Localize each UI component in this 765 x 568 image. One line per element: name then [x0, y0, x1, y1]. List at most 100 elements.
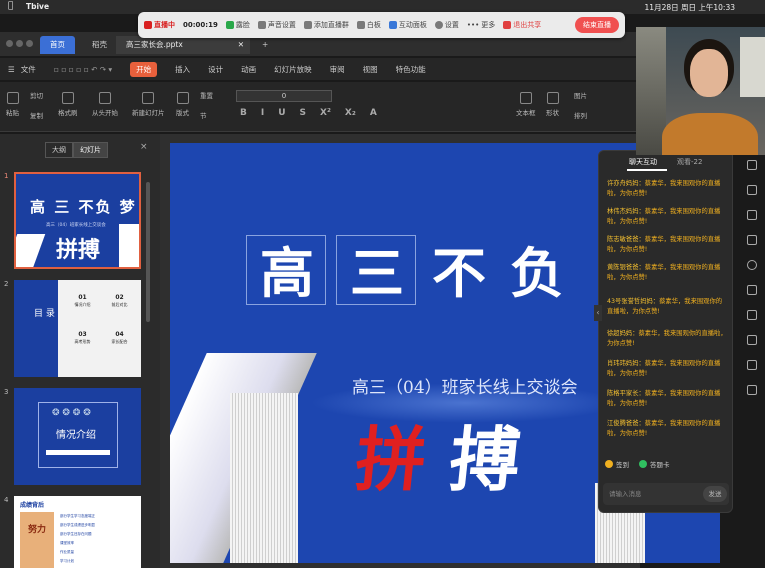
- menu-hamburger-icon[interactable]: ☰: [8, 65, 15, 74]
- textbox-icon: [519, 92, 532, 104]
- slide-thumbnail-2[interactable]: 目 录 01 情况介绍 02 前后对比 03 高考形势 04 家长配合: [14, 280, 141, 377]
- main-menu: ☰ 文件 ▫ ▫ ▫ ▫ ▫ ↶ ↷ ▾ 开始 插入 设计 动画 幻灯片放映 审…: [0, 58, 640, 80]
- from-start-button[interactable]: 从头开始: [92, 92, 118, 117]
- live-status: 直播中: [144, 20, 175, 30]
- slide-char-4: 负: [510, 241, 564, 305]
- arrange-button[interactable]: 排列: [574, 110, 587, 120]
- chat-panel: 聊天互动 观看-22 许亦舟妈妈：蔡素华，我来围观你的直播啦，为你点赞! 林伟杰…: [598, 150, 733, 513]
- tab-viewers[interactable]: 观看-22: [677, 157, 702, 167]
- quiz-card-button[interactable]: 答题卡: [639, 459, 670, 469]
- add-live-group[interactable]: 添加直播群: [303, 20, 349, 30]
- tab-home[interactable]: 首页: [40, 36, 75, 54]
- chat-message: 43号张誉哲妈妈：蔡素华，我来围观你的直播啦，为你点赞!: [607, 298, 723, 315]
- tool-icon[interactable]: [747, 360, 757, 370]
- app-name[interactable]: Tbive: [26, 2, 49, 11]
- exit-share-button[interactable]: 退出共享: [503, 20, 541, 30]
- thumb-bar: [46, 450, 110, 455]
- menu-features[interactable]: 特色功能: [396, 64, 426, 75]
- chat-icon: [388, 21, 397, 29]
- quick-access-icons[interactable]: ▫ ▫ ▫ ▫ ▫ ↶ ↷ ▾: [54, 65, 112, 74]
- picture-button[interactable]: 图片: [574, 90, 587, 100]
- copy-button[interactable]: 复制: [30, 110, 43, 120]
- menu-file[interactable]: 文件: [21, 64, 36, 75]
- tool-icon[interactable]: [747, 310, 757, 320]
- layout-button[interactable]: 版式: [176, 92, 189, 117]
- slide-thumbnail-1[interactable]: 高 三 不负 梦 高三（04）班家长线上交谈会 拼搏: [14, 172, 141, 269]
- format-painter-button[interactable]: 格式刷: [58, 92, 78, 117]
- tab-slides[interactable]: 幻灯片: [73, 142, 108, 158]
- interaction-panel-button[interactable]: 互动面板: [388, 20, 427, 30]
- chat-message: 林伟杰妈妈：蔡素华，我来围观你的直播啦，为你点赞!: [607, 208, 721, 225]
- screen:  Tbive 11月28日 周日 上午10:33 首页 稻壳 高三家长会.pp…: [0, 0, 765, 568]
- settings-button[interactable]: 设置: [434, 20, 459, 30]
- chat-message: 肖玮玮妈妈：蔡素华，我来围观你的直播啦，为你点赞!: [607, 360, 721, 377]
- menu-review[interactable]: 审阅: [330, 64, 345, 75]
- cut-button[interactable]: 剪切: [30, 90, 43, 100]
- tool-icon[interactable]: [747, 185, 757, 195]
- tab-docer[interactable]: 稻壳: [82, 36, 117, 54]
- window-controls[interactable]: [6, 40, 33, 47]
- tab-document[interactable]: 高三家长会.pptx ✕: [116, 36, 250, 54]
- thumb-image: 努力: [20, 512, 54, 568]
- tool-icon[interactable]: [747, 260, 757, 270]
- live-icon: [144, 21, 152, 29]
- tab-chat-interaction[interactable]: 聊天互动: [629, 157, 657, 167]
- new-tab-button[interactable]: +: [252, 36, 278, 54]
- send-button[interactable]: 发送: [703, 486, 727, 502]
- camera-toggle[interactable]: 露脸: [225, 20, 250, 30]
- tool-icon[interactable]: [747, 210, 757, 220]
- shape-button[interactable]: 形状: [546, 92, 559, 117]
- paste-button[interactable]: 粘贴: [6, 92, 19, 117]
- menu-design[interactable]: 设计: [208, 64, 223, 75]
- tool-icon[interactable]: [747, 235, 757, 245]
- new-slide-button[interactable]: 新建幻灯片: [132, 92, 165, 117]
- tool-icon[interactable]: [747, 385, 757, 395]
- slide-number: 1: [4, 172, 9, 180]
- gear-icon: [434, 21, 443, 29]
- thumb-title: 情况介绍: [56, 430, 96, 441]
- slide-thumbnail-panel: 大纲 幻灯片 × 1 高 三 不负 梦 高三（04）班家长线上交谈会 拼搏 2 …: [0, 134, 160, 568]
- checkin-button[interactable]: 签到: [605, 459, 629, 469]
- slide-subtitle: 高三（04）班家长线上交谈会: [352, 378, 578, 398]
- chat-message: 江俊腾爸爸：蔡素华，我来围观你的直播啦，为你点赞!: [607, 420, 721, 437]
- font-size-field[interactable]: 0: [236, 90, 332, 102]
- thumb-dots: ❂ ❂ ❂ ❂: [52, 408, 91, 418]
- apple-icon[interactable]: : [8, 1, 13, 11]
- live-timer: 00:00:19: [183, 21, 218, 29]
- textbox-button[interactable]: 文本框: [516, 92, 536, 117]
- menu-insert[interactable]: 插入: [175, 64, 190, 75]
- panel-scrollbar[interactable]: [146, 182, 150, 322]
- audio-settings[interactable]: 声音设置: [257, 20, 296, 30]
- collapse-chat-handle[interactable]: ‹: [594, 305, 602, 321]
- section-button[interactable]: 节: [200, 110, 207, 120]
- book-shape: [16, 234, 46, 267]
- document-title: 高三家长会.pptx: [126, 40, 183, 49]
- new-slide-icon: [142, 92, 155, 104]
- slide-thumbnail-3[interactable]: ❂ ❂ ❂ ❂ 情况介绍: [14, 388, 141, 485]
- chat-message: 黄陈银爸爸：蔡素华，我来围观你的直播啦，为你点赞!: [607, 264, 721, 281]
- menu-view[interactable]: 视图: [363, 64, 378, 75]
- thumb-sidebar: [14, 280, 58, 377]
- slide-big-2: 搏: [445, 418, 525, 501]
- slide-thumbnail-4[interactable]: 成绩背后 努力 部分学生学习态度端正 部分学生成绩进步明显 部分学生还存在问题 …: [14, 496, 141, 568]
- font-format-buttons[interactable]: B I U S X² X₂ A: [240, 108, 377, 118]
- slide-number: 2: [4, 280, 9, 288]
- group-icon: [303, 21, 312, 29]
- reset-button[interactable]: 重置: [200, 90, 213, 100]
- menu-start[interactable]: 开始: [130, 61, 158, 77]
- tab-outline[interactable]: 大纲: [45, 142, 73, 158]
- person-shirt: [662, 113, 758, 155]
- close-icon[interactable]: ×: [140, 142, 148, 152]
- thumb-subtitle: 高三（04）班家长线上交谈会: [46, 223, 106, 228]
- end-live-button[interactable]: 结束直播: [575, 17, 619, 33]
- tool-icon[interactable]: [747, 335, 757, 345]
- menu-animation[interactable]: 动画: [241, 64, 256, 75]
- chat-tabs: 聊天互动 观看-22: [599, 155, 734, 171]
- tool-icon[interactable]: [747, 285, 757, 295]
- whiteboard-button[interactable]: 白板: [356, 20, 381, 30]
- tool-icon[interactable]: [747, 160, 757, 170]
- menu-slideshow[interactable]: 幻灯片放映: [274, 64, 312, 75]
- more-button[interactable]: ••• 更多: [467, 20, 495, 30]
- close-icon[interactable]: ✕: [238, 36, 244, 54]
- checkin-icon: [605, 460, 613, 468]
